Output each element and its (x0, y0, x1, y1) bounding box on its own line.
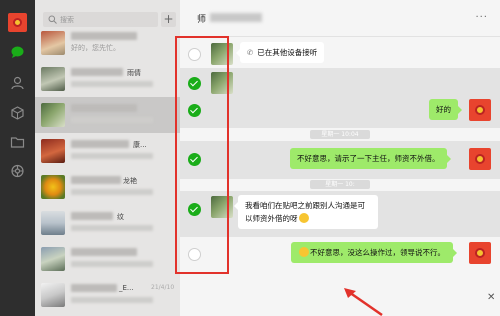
avatar (211, 196, 233, 218)
timestamp: 星期一 10: (310, 180, 370, 189)
message-bubble: 我看咱们在贴吧之前跟别人沟通是可以师资外借的呀 (234, 195, 378, 229)
contacts-icon[interactable] (10, 76, 25, 90)
list-item-name-tail: 纹 (117, 213, 124, 221)
close-icon[interactable]: ✕ (487, 292, 495, 303)
files-icon[interactable] (10, 135, 25, 149)
list-item-preview (71, 153, 153, 159)
list-item-name (71, 140, 129, 148)
moments-icon[interactable] (10, 164, 25, 178)
avatar (469, 99, 491, 121)
message-bubble: 好的 (429, 99, 462, 120)
list-item[interactable] (35, 241, 180, 277)
avatar (41, 31, 65, 55)
list-item-name (71, 176, 121, 184)
search-icon (48, 15, 57, 24)
avatar (41, 67, 65, 91)
list-item-preview (71, 225, 153, 231)
emoji-icon (299, 247, 309, 257)
avatar (469, 242, 491, 264)
list-item-name-tail: 龙艳 (123, 177, 137, 185)
list-item-preview (71, 261, 153, 267)
message-bubble: ✆ 已在其他设备接听 (235, 42, 325, 63)
list-item[interactable]: 好的，您先忙。 (35, 25, 180, 61)
avatar (41, 211, 65, 235)
chat-list: + 好的，您先忙。 雨倩 康... 龙艳 纹 (35, 0, 180, 316)
avatar (41, 103, 65, 127)
list-item-name (71, 104, 137, 112)
list-item-preview (71, 81, 153, 87)
select-checkbox[interactable] (188, 203, 201, 216)
list-item-preview: 好的，您先忙。 (71, 44, 120, 52)
list-item[interactable]: 康... (35, 133, 180, 169)
avatar (41, 139, 65, 163)
list-item-name (71, 248, 137, 256)
favorites-icon[interactable] (10, 106, 25, 120)
list-item-name (71, 212, 113, 220)
message-bubble: 不好意思，请示了一下主任，师资不外借。 (290, 148, 450, 169)
list-item[interactable]: 雨倩 (35, 61, 180, 97)
list-item-name-tail: _E... (119, 284, 134, 292)
emoji-icon (298, 213, 309, 223)
timestamp: 星期一 10:04 (310, 130, 370, 139)
phone-icon: ✆ (247, 48, 254, 57)
list-item-preview (71, 189, 153, 195)
select-checkbox[interactable] (188, 153, 201, 166)
list-item-active[interactable] (35, 97, 180, 133)
list-item-name (71, 32, 137, 40)
chat-panel: 师 ··· ✆ 已在其他设备接听 好的 星期一 10:04 不好意思，请示了一下主… (180, 0, 500, 316)
avatar (469, 148, 491, 170)
select-checkbox[interactable] (188, 104, 201, 117)
list-item[interactable]: _E... 21/4/10 (35, 277, 180, 313)
list-item-name (71, 284, 117, 292)
select-checkbox[interactable] (188, 248, 201, 261)
list-item-preview (71, 117, 153, 123)
list-item[interactable]: 龙艳 (35, 169, 180, 205)
chat-title: 师 (197, 15, 207, 25)
list-item[interactable]: 纹 (35, 205, 180, 241)
list-item-name-tail: 雨倩 (127, 69, 141, 77)
avatar (211, 72, 233, 94)
avatar (41, 283, 65, 307)
select-checkbox[interactable] (188, 77, 201, 90)
list-item-time: 21/4/10 (151, 284, 175, 291)
message-bubble: 不好意思，没这么操作过，领导说不行。 (291, 242, 457, 263)
chat-header: 师 ··· (180, 0, 500, 37)
nav-rail (0, 0, 35, 316)
select-checkbox[interactable] (188, 48, 201, 61)
more-button[interactable]: ··· (475, 12, 488, 23)
avatar (41, 175, 65, 199)
chat-icon[interactable] (10, 45, 25, 59)
list-item-name-tail: 康... (133, 141, 147, 149)
list-item-name (71, 68, 123, 76)
list-item-preview (71, 297, 153, 303)
my-avatar[interactable] (8, 13, 27, 32)
avatar (211, 43, 233, 65)
chat-title-blurred (210, 13, 262, 22)
avatar (41, 247, 65, 271)
